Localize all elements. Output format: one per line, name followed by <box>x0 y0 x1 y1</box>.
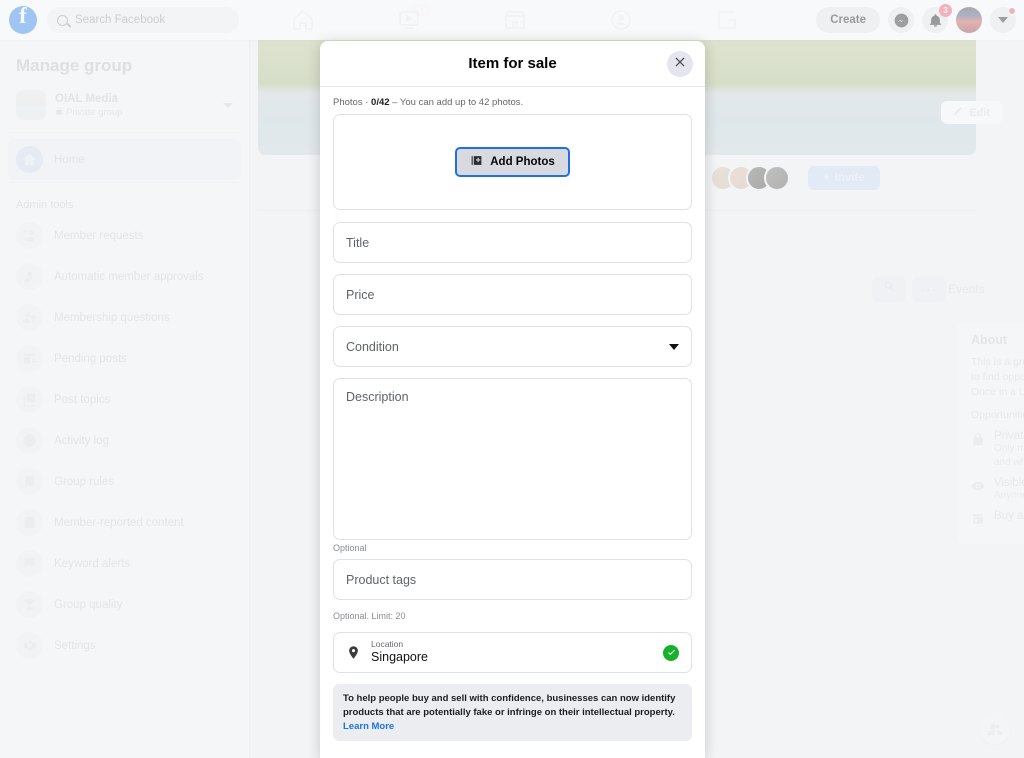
learn-more-link[interactable]: Learn More <box>343 721 394 732</box>
photos-count: 0/42 <box>371 97 390 108</box>
condition-placeholder: Condition <box>346 339 399 354</box>
dialog-title: Item for sale <box>468 55 557 72</box>
description-textarea[interactable]: Description <box>333 378 692 540</box>
description-hint: Optional <box>333 543 367 553</box>
add-photos-label: Add Photos <box>490 156 555 168</box>
add-photos-button[interactable]: Add Photos <box>455 147 570 177</box>
location-label: Location <box>371 639 404 650</box>
condition-select[interactable]: Condition <box>333 326 692 367</box>
description-placeholder: Description <box>346 390 409 404</box>
close-icon <box>673 55 687 74</box>
chevron-down-icon <box>669 343 679 350</box>
ip-notice-text: To help people buy and sell with confide… <box>343 693 676 718</box>
price-input[interactable]: Price <box>333 274 692 315</box>
location-value: Singapore <box>371 650 428 665</box>
location-input[interactable]: Location Singapore <box>333 632 692 673</box>
location-pin-icon <box>346 644 361 661</box>
product-tags-placeholder: Product tags <box>346 572 417 587</box>
product-tags-input[interactable]: Product tags <box>333 559 692 600</box>
add-photo-icon <box>470 154 483 170</box>
check-icon <box>663 644 679 661</box>
close-button[interactable] <box>667 51 693 77</box>
title-input[interactable]: Title <box>333 222 692 263</box>
photos-label: Photos · 0/42 – You can add up to 42 pho… <box>333 97 524 108</box>
price-placeholder: Price <box>346 287 375 302</box>
photo-dropzone[interactable]: Add Photos <box>333 114 692 210</box>
product-tags-hint: Optional. Limit: 20 <box>333 611 406 621</box>
item-for-sale-dialog: Item for sale Photos · 0/42 – You can ad… <box>320 41 705 758</box>
app-root: Manage group OIAL Media Private group <box>0 0 1024 758</box>
dialog-body: Photos · 0/42 – You can add up to 42 pho… <box>320 87 705 758</box>
title-placeholder: Title <box>346 235 370 250</box>
dialog-header: Item for sale <box>320 41 705 87</box>
ip-notice-banner: To help people buy and sell with confide… <box>333 684 692 742</box>
